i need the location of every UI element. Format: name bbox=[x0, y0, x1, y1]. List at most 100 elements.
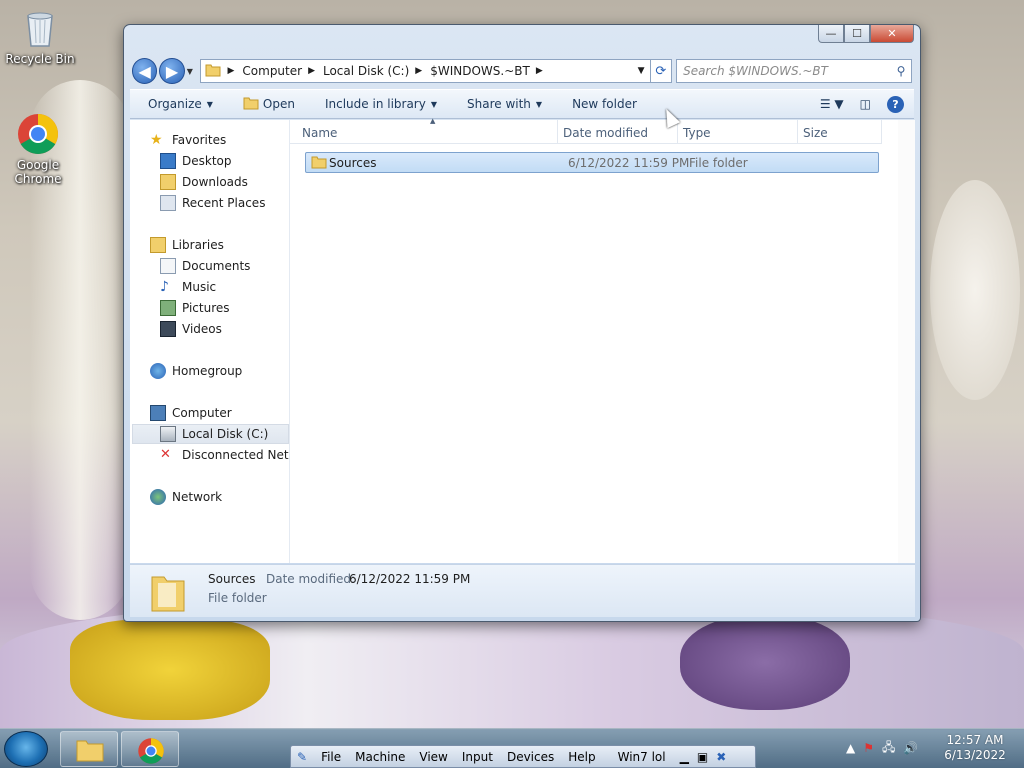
column-header-name[interactable]: Name bbox=[302, 126, 337, 140]
chrome-icon bbox=[16, 112, 60, 156]
vm-name: Win7 lol bbox=[617, 749, 666, 764]
nav-libraries[interactable]: Libraries bbox=[150, 235, 224, 255]
chrome-icon bbox=[137, 737, 165, 768]
show-hidden-icons-icon[interactable]: ▲ bbox=[846, 741, 855, 755]
organize-button[interactable]: Organize ▼ bbox=[148, 97, 213, 111]
nav-music[interactable]: ♪ Music bbox=[160, 277, 216, 297]
nav-computer[interactable]: Computer bbox=[150, 403, 232, 423]
address-bar[interactable]: ▶ Computer ▶ Local Disk (C:) ▶ $WINDOWS.… bbox=[200, 59, 651, 83]
nav-label: Network bbox=[172, 490, 223, 504]
share-with-button[interactable]: Share with ▼ bbox=[467, 97, 542, 111]
column-header-type[interactable]: Type bbox=[683, 126, 711, 140]
sort-indicator-icon: ▲ bbox=[430, 117, 436, 125]
virtualbox-menu-bar: ✎ File Machine View Input Devices Help W… bbox=[290, 745, 756, 768]
nav-label: Libraries bbox=[172, 238, 224, 252]
folder-icon bbox=[311, 155, 327, 172]
nav-homegroup[interactable]: Homegroup bbox=[150, 361, 242, 381]
large-folder-icon bbox=[150, 571, 186, 613]
close-vm-icon[interactable]: ✖ bbox=[716, 750, 726, 764]
nav-local-disk[interactable]: Local Disk (C:) bbox=[132, 424, 289, 444]
clock-time: 12:57 AM bbox=[946, 733, 1004, 747]
column-header-size[interactable]: Size bbox=[803, 126, 828, 140]
chevron-down-icon: ▼ bbox=[206, 99, 213, 109]
new-folder-button[interactable]: New folder bbox=[572, 97, 637, 111]
breadcrumb-separator[interactable]: ▶ bbox=[308, 66, 315, 76]
start-button[interactable] bbox=[4, 731, 48, 767]
nav-network[interactable]: Network bbox=[150, 487, 222, 507]
taskbar-explorer-button[interactable] bbox=[60, 731, 118, 767]
file-row[interactable]: Sources 6/12/2022 11:59 PM File folder bbox=[305, 152, 879, 173]
nav-disconnected-network-drive[interactable]: ✕ Disconnected Netwo bbox=[160, 445, 289, 465]
menu-view[interactable]: View bbox=[419, 750, 447, 764]
explorer-window: — ☐ ✕ ◀ ▶ ▼ ▶ Computer ▶ Local Disk (C:)… bbox=[123, 24, 921, 622]
preview-pane-icon[interactable]: ◫ bbox=[860, 97, 871, 111]
nav-pictures[interactable]: Pictures bbox=[160, 298, 230, 318]
homegroup-icon bbox=[150, 363, 166, 379]
nav-desktop[interactable]: Desktop bbox=[160, 151, 232, 171]
caption-buttons: — ☐ ✕ bbox=[818, 25, 914, 43]
wallpaper-mushroom bbox=[930, 180, 1020, 400]
nav-videos[interactable]: Videos bbox=[160, 319, 222, 339]
menu-devices[interactable]: Devices bbox=[507, 750, 554, 764]
column-header-date-modified[interactable]: Date modified bbox=[563, 126, 648, 140]
desktop-icon-recycle-bin[interactable]: Recycle Bin bbox=[2, 6, 78, 66]
menu-help[interactable]: Help bbox=[568, 750, 595, 764]
vertical-scrollbar[interactable] bbox=[898, 120, 915, 563]
menu-machine[interactable]: Machine bbox=[355, 750, 405, 764]
recent-places-icon bbox=[160, 195, 176, 211]
taskbar-chrome-button[interactable] bbox=[121, 731, 179, 767]
nav-recent-places[interactable]: Recent Places bbox=[160, 193, 265, 213]
file-type: File folder bbox=[689, 156, 748, 170]
nav-downloads[interactable]: Downloads bbox=[160, 172, 248, 192]
include-in-library-button[interactable]: Include in library ▼ bbox=[325, 97, 437, 111]
pin-icon[interactable]: ✎ bbox=[297, 750, 307, 764]
file-name: Sources bbox=[329, 156, 377, 170]
action-center-icon[interactable]: ⚑ bbox=[863, 741, 874, 755]
restore-vm-icon[interactable]: ▣ bbox=[697, 750, 708, 764]
organize-label: Organize bbox=[148, 97, 202, 111]
menu-file[interactable]: File bbox=[321, 750, 341, 764]
breadcrumb-local-disk[interactable]: Local Disk (C:) bbox=[323, 64, 409, 78]
open-button[interactable]: Open bbox=[243, 96, 295, 113]
breadcrumb-computer[interactable]: Computer bbox=[242, 64, 302, 78]
breadcrumb-windows-bt[interactable]: $WINDOWS.~BT bbox=[430, 64, 530, 78]
minimize-button[interactable]: — bbox=[818, 25, 844, 43]
close-button[interactable]: ✕ bbox=[870, 25, 914, 43]
wallpaper-figures bbox=[70, 620, 270, 720]
menu-input[interactable]: Input bbox=[462, 750, 493, 764]
libraries-icon bbox=[150, 237, 166, 253]
minimize-vm-icon[interactable]: ▁ bbox=[680, 750, 689, 764]
desktop-icon-chrome[interactable]: Google Chrome bbox=[0, 112, 76, 186]
volume-icon[interactable]: 🔊 bbox=[903, 741, 918, 755]
maximize-button[interactable]: ☐ bbox=[844, 25, 870, 43]
forward-button[interactable]: ▶ bbox=[159, 58, 185, 84]
nav-favorites[interactable]: ★ Favorites bbox=[150, 130, 226, 150]
breadcrumb-separator[interactable]: ▶ bbox=[536, 66, 543, 76]
view-options-icon[interactable]: ☰ ▼ bbox=[820, 97, 844, 111]
nav-documents[interactable]: Documents bbox=[160, 256, 250, 276]
back-button[interactable]: ◀ bbox=[132, 58, 158, 84]
open-label: Open bbox=[262, 97, 295, 111]
breadcrumb-separator[interactable]: ▶ bbox=[415, 66, 422, 76]
help-icon[interactable]: ? bbox=[887, 95, 904, 113]
drive-icon bbox=[160, 426, 176, 442]
folder-icon bbox=[205, 63, 221, 80]
file-date-modified: 6/12/2022 11:59 PM bbox=[568, 156, 690, 170]
music-icon: ♪ bbox=[160, 279, 169, 295]
clock[interactable]: 12:57 AM 6/13/2022 bbox=[940, 733, 1010, 763]
command-bar: Organize ▼ Open Include in library ▼ Sha… bbox=[130, 89, 914, 119]
nav-label: Recent Places bbox=[182, 196, 266, 210]
disconnected-drive-icon: ✕ bbox=[160, 447, 171, 462]
network-tray-icon[interactable]: 🖧 bbox=[882, 738, 895, 759]
history-dropdown-icon[interactable]: ▼ bbox=[187, 67, 197, 76]
search-input[interactable]: Search $WINDOWS.~BT ⚲ bbox=[676, 59, 912, 83]
refresh-button[interactable]: ⟳ bbox=[650, 59, 673, 83]
nav-label: Favorites bbox=[172, 133, 227, 147]
breadcrumb-separator[interactable]: ▶ bbox=[227, 66, 234, 76]
explorer-icon bbox=[76, 738, 104, 765]
nav-label: Downloads bbox=[182, 175, 248, 189]
open-folder-icon bbox=[243, 96, 259, 113]
nav-label: Local Disk (C:) bbox=[182, 427, 269, 441]
details-date-value: 6/12/2022 11:59 PM bbox=[349, 572, 471, 586]
address-dropdown-icon[interactable]: ▼ bbox=[631, 66, 650, 76]
